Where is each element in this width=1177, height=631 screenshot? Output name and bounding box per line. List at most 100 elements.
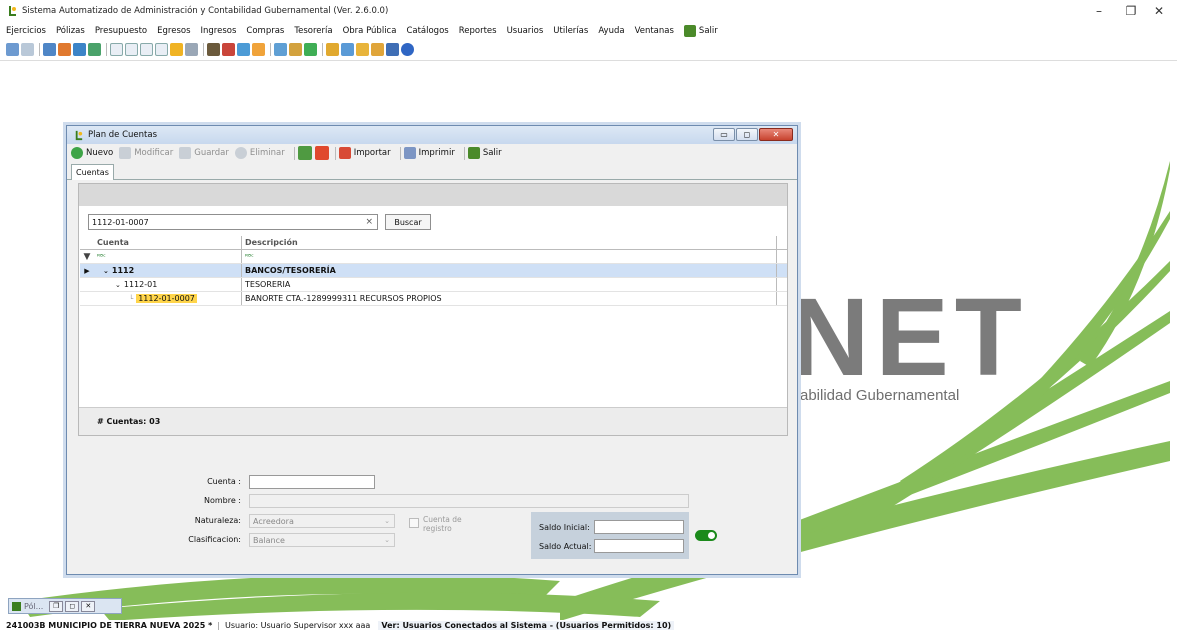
table-icon[interactable] (73, 42, 86, 56)
naturaleza-label: Naturaleza: (194, 516, 241, 525)
guardar-label: Guardar (194, 148, 229, 158)
table-row[interactable]: └ 1112-01-0007 BANORTE CTA.-1289999311 R… (80, 292, 787, 306)
clasificacion-select[interactable]: Balance ⌄ (249, 533, 395, 547)
cell-cuenta[interactable]: └ 1112-01-0007 (94, 292, 242, 305)
help-icon[interactable] (401, 42, 414, 56)
imprimir-button[interactable]: Imprimir (403, 147, 455, 159)
d-icon[interactable] (125, 42, 138, 56)
table-row[interactable]: ▶ ⌄ 1112 BANCOS/TESORERÍA (80, 264, 787, 278)
puzzle-icon[interactable] (356, 42, 369, 56)
plan-close-button[interactable]: ✕ (759, 128, 793, 141)
collapse-icon[interactable]: ⌄ (103, 267, 109, 275)
eliminar-button[interactable]: Eliminar (234, 147, 285, 159)
saldo-inicial-field[interactable] (594, 520, 684, 534)
guardar-button[interactable]: Guardar (179, 147, 229, 159)
calc-icon[interactable] (274, 42, 287, 56)
minimized-polizas-window[interactable]: Pól... ❐ ◻ ✕ (8, 598, 122, 614)
minimize-button[interactable]: – (1081, 0, 1117, 22)
importar-label: Importar (353, 148, 391, 158)
nombre-field[interactable] (249, 494, 689, 508)
background-tagline: abilidad Gubernamental (800, 387, 960, 404)
saldo-actual-field[interactable] (594, 539, 684, 553)
cell-cuenta[interactable]: ⌄ 1112-01 (94, 278, 242, 291)
app-icon (9, 6, 16, 16)
chart-icon[interactable] (58, 42, 71, 56)
p-icon[interactable] (155, 42, 168, 56)
export-icon[interactable] (297, 146, 312, 160)
row-indicator (80, 292, 94, 305)
tools-icon[interactable] (289, 42, 302, 56)
menu-egresos[interactable]: Egresos (157, 26, 190, 36)
menu-ayuda[interactable]: Ayuda (598, 26, 624, 36)
cell-cuenta[interactable]: ⌄ 1112 (94, 264, 242, 277)
clear-search-icon[interactable]: × (365, 217, 373, 227)
exit-icon (683, 25, 696, 37)
cell-descripcion[interactable]: BANCOS/TESORERÍA (242, 264, 777, 277)
c-icon[interactable] (110, 42, 123, 56)
active-toggle[interactable] (695, 530, 717, 541)
menu-catalogos[interactable]: Catálogos (406, 26, 448, 36)
cuenta-registro-checkbox[interactable] (409, 518, 419, 528)
search-value: 1112-01-0007 (92, 217, 149, 227)
window-icon (12, 601, 21, 611)
menu-salir[interactable]: Salir (683, 25, 718, 37)
menu-polizas[interactable]: Pólizas (56, 26, 85, 36)
print-icon[interactable] (185, 42, 198, 56)
grid-icon[interactable] (88, 42, 101, 56)
plan-minimize-button[interactable]: ▭ (713, 128, 735, 141)
restore-icon[interactable]: ❐ (49, 600, 64, 612)
collapse-icon[interactable]: ⌄ (115, 281, 121, 289)
car-icon[interactable] (222, 42, 235, 56)
document-icon[interactable] (21, 42, 34, 56)
status-connected-users[interactable]: Ver: Usuarios Conectados al Sistema - (U… (378, 621, 675, 630)
maximize-icon[interactable]: ◻ (65, 600, 80, 612)
menu-presupuesto[interactable]: Presupuesto (95, 26, 147, 36)
saldo-actual-label: Saldo Actual: (539, 542, 592, 551)
cell-descripcion[interactable]: BANORTE CTA.-1289999311 RECURSOS PROPIOS (242, 292, 777, 305)
menu-reportes[interactable]: Reportes (459, 26, 497, 36)
menu-ejercicios[interactable]: Ejercicios (6, 26, 46, 36)
close-button[interactable]: ✕ (1141, 0, 1177, 22)
menu-compras[interactable]: Compras (246, 26, 284, 36)
cuenta-field[interactable] (249, 475, 375, 489)
importar-button[interactable]: Importar (338, 147, 391, 159)
table-row[interactable]: ⌄ 1112-01 TESORERIA (80, 278, 787, 292)
clipboard-icon[interactable] (207, 42, 220, 56)
stack-icon[interactable] (237, 42, 250, 56)
salir-button[interactable]: Salir (467, 147, 502, 159)
menu-tesoreria[interactable]: Tesorería (294, 26, 332, 36)
refresh-icon[interactable] (6, 42, 19, 56)
badge-icon[interactable] (170, 42, 183, 56)
naturaleza-select[interactable]: Acreedora ⌄ (249, 514, 395, 528)
search-row: 1112-01-0007 × Buscar (88, 214, 431, 230)
menu-obra-publica[interactable]: Obra Pública (343, 26, 397, 36)
e-icon[interactable] (140, 42, 153, 56)
cell-descripcion[interactable]: TESORERIA (242, 278, 777, 291)
menu-usuarios[interactable]: Usuarios (507, 26, 544, 36)
column-header-cuenta[interactable]: Cuenta (94, 236, 242, 249)
main-toolbar (0, 40, 1177, 58)
colors-icon[interactable] (304, 42, 317, 56)
plan-maximize-button[interactable]: ◻ (736, 128, 758, 141)
pie-icon[interactable] (252, 42, 265, 56)
menu-utilerias[interactable]: Utilerías (553, 26, 588, 36)
nuevo-button[interactable]: Nuevo (71, 147, 113, 159)
tree-icon[interactable] (326, 42, 339, 56)
menu-ventanas[interactable]: Ventanas (635, 26, 674, 36)
tab-cuentas[interactable]: Cuentas (71, 164, 114, 180)
menu-ingresos[interactable]: Ingresos (201, 26, 237, 36)
filter-icon[interactable]: ▼ (80, 250, 94, 263)
search-input[interactable]: 1112-01-0007 × (88, 214, 378, 230)
users-icon[interactable] (371, 42, 384, 56)
tab-strip: Cuentas (67, 162, 797, 180)
buscar-button[interactable]: Buscar (385, 214, 431, 230)
save-icon[interactable] (386, 42, 399, 56)
report-icon[interactable] (43, 42, 56, 56)
filter-cell-descripcion[interactable]: ᴿᴮᶜ (242, 250, 777, 263)
column-header-descripcion[interactable]: Descripción (242, 236, 777, 249)
form-icon[interactable] (341, 42, 354, 56)
close-icon[interactable]: ✕ (81, 600, 96, 612)
cancel-icon[interactable] (314, 146, 329, 160)
filter-cell-cuenta[interactable]: ᴿᴮᶜ (94, 250, 242, 263)
modificar-button[interactable]: Modificar (119, 147, 173, 159)
